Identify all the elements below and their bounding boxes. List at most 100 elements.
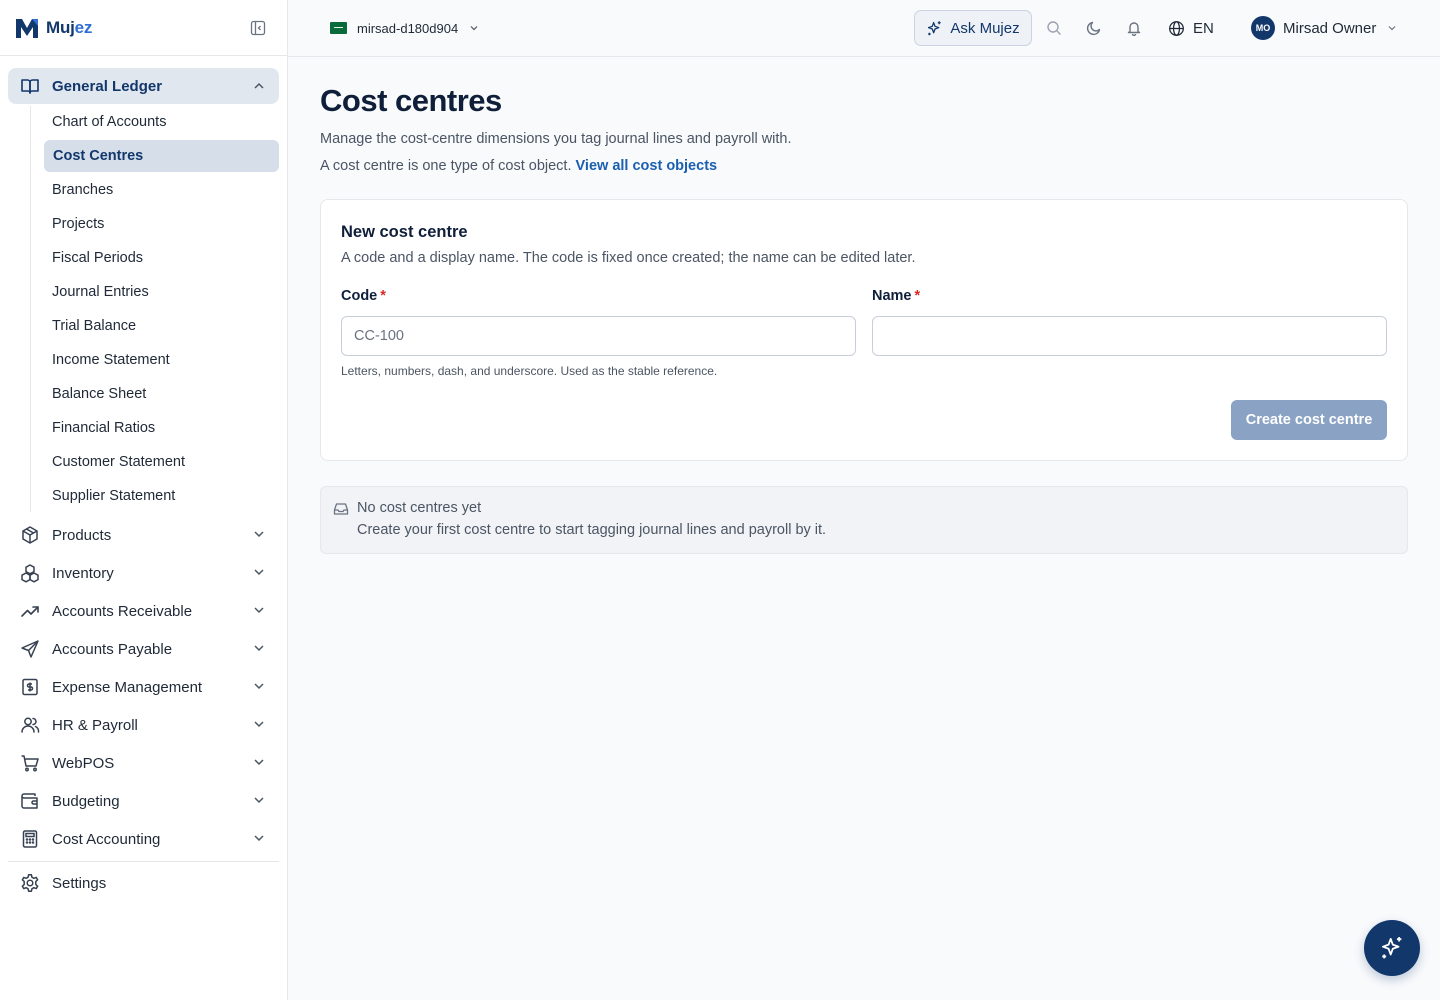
cost-object-note: A cost centre is one type of cost object…: [320, 158, 572, 174]
users-icon: [20, 715, 40, 735]
main-content: Cost centres Manage the cost-centre dime…: [320, 57, 1408, 554]
user-menu[interactable]: MO Mirsad Owner: [1251, 16, 1398, 40]
form-title: New cost centre: [341, 223, 468, 241]
sidebar-item-branches[interactable]: Branches: [43, 174, 279, 206]
chevron-down-icon: [254, 797, 264, 804]
mujez-logo-icon[interactable]: [14, 16, 40, 40]
chevron-up-icon: [254, 82, 264, 89]
search-icon: [1047, 21, 1061, 35]
code-input[interactable]: [341, 316, 856, 356]
code-label: Code *: [341, 288, 386, 304]
sidebar-group-webpos[interactable]: WebPOS: [8, 744, 279, 782]
sidebar-group-label: General Ledger: [52, 77, 163, 95]
organization-name: mirsad-d180d904: [357, 20, 459, 36]
page-subtitle-cost-objects: A cost centre is one type of cost object…: [320, 158, 1408, 174]
sidebar-group-budgeting[interactable]: Budgeting: [8, 782, 279, 820]
sidebar-group-cost-accounting[interactable]: Cost Accounting: [8, 820, 279, 858]
ask-mujez-label: Ask Mujez: [950, 19, 1020, 37]
sidebar-group-label: Expense Management: [52, 678, 203, 696]
create-cost-centre-button[interactable]: Create cost centre: [1231, 400, 1387, 440]
page-title: Cost centres: [320, 83, 502, 118]
brand-name[interactable]: Mujez: [46, 18, 92, 38]
sidebar-nav: General Ledger Chart of Accounts Cost Ce…: [0, 56, 287, 902]
bell-icon: [1127, 22, 1141, 36]
saudi-flag-icon: [330, 22, 347, 34]
view-all-cost-objects-link[interactable]: View all cost objects: [576, 158, 718, 174]
form-description: A code and a display name. The code is f…: [341, 250, 916, 266]
sidebar-item-label: Settings: [52, 874, 107, 892]
language-label: EN: [1193, 19, 1214, 37]
sidebar-item-trial-balance[interactable]: Trial Balance: [43, 310, 279, 342]
sidebar-group-label: HR & Payroll: [52, 716, 138, 734]
sidebar-group-label: Accounts Receivable: [52, 602, 193, 620]
chevron-down-icon: [254, 607, 264, 614]
sidebar-group-products[interactable]: Products: [8, 516, 279, 554]
sidebar-group-label: Budgeting: [52, 792, 120, 810]
chevron-down-icon: [254, 759, 264, 766]
code-label-text: Code: [341, 288, 378, 304]
sidebar-item-journal-entries[interactable]: Journal Entries: [43, 276, 279, 308]
sidebar-item-customer-statement[interactable]: Customer Statement: [43, 446, 279, 478]
required-mark: *: [380, 288, 386, 304]
sidebar-group-hr-payroll[interactable]: HR & Payroll: [8, 706, 279, 744]
send-icon: [20, 639, 40, 659]
empty-state-description: Create your first cost centre to start t…: [357, 522, 827, 538]
general-ledger-subnav: Chart of Accounts Cost Centres Branches …: [30, 106, 279, 512]
sidebar-group-accounts-receivable[interactable]: Accounts Receivable: [8, 592, 279, 630]
sidebar-item-supplier-statement[interactable]: Supplier Statement: [43, 480, 279, 512]
chevron-down-icon: [254, 645, 264, 652]
organization-switcher[interactable]: mirsad-d180d904: [322, 12, 488, 44]
chevron-down-icon: [254, 721, 264, 728]
sidebar-group-label: WebPOS: [52, 754, 115, 772]
sidebar: Mujez General Ledger Chart of Accounts C…: [0, 0, 288, 1000]
required-mark: *: [914, 288, 921, 304]
sidebar-group-label: Accounts Payable: [52, 640, 173, 658]
sidebar-group-expense-management[interactable]: Expense Management: [8, 668, 279, 706]
trending-up-icon: [20, 601, 40, 621]
ask-mujez-button[interactable]: Ask Mujez: [914, 10, 1032, 46]
chevron-down-icon: [1388, 26, 1396, 31]
sidebar-item-cost-centres[interactable]: Cost Centres: [44, 140, 279, 172]
sidebar-group-inventory[interactable]: Inventory: [8, 554, 279, 592]
sidebar-group-accounts-payable[interactable]: Accounts Payable: [8, 630, 279, 668]
name-input[interactable]: [872, 316, 1387, 356]
sidebar-group-general-ledger[interactable]: General Ledger: [8, 68, 279, 104]
name-label: Name *: [872, 288, 920, 304]
cart-icon: [20, 753, 40, 773]
book-open-icon: [20, 76, 40, 96]
boxes-icon: [20, 563, 40, 583]
globe-icon: [1169, 20, 1184, 36]
search-button[interactable]: [1045, 19, 1063, 37]
sidebar-item-settings[interactable]: Settings: [8, 864, 279, 902]
chevron-down-icon: [470, 26, 478, 31]
theme-toggle-button[interactable]: [1085, 19, 1103, 37]
sidebar-group-label: Products: [52, 526, 112, 544]
language-switcher[interactable]: EN: [1168, 16, 1214, 40]
sparkles-icon: [1381, 936, 1402, 959]
moon-icon: [1086, 21, 1101, 36]
sidebar-group-label: Inventory: [52, 564, 114, 582]
chevron-down-icon: [254, 569, 264, 576]
notifications-button[interactable]: [1125, 19, 1143, 37]
top-bar: mirsad-d180d904 Ask Mujez EN MO Mirsad O…: [288, 0, 1440, 57]
empty-state: No cost centres yet Create your first co…: [320, 486, 1408, 554]
sidebar-item-income-statement[interactable]: Income Statement: [43, 344, 279, 376]
sidebar-item-financial-ratios[interactable]: Financial Ratios: [43, 412, 279, 444]
panel-left-close-icon: [250, 20, 266, 36]
new-cost-centre-card: New cost centre A code and a display nam…: [320, 199, 1408, 461]
sidebar-item-fiscal-periods[interactable]: Fiscal Periods: [43, 242, 279, 274]
chevron-down-icon: [254, 531, 264, 538]
sidebar-item-chart-of-accounts[interactable]: Chart of Accounts: [43, 106, 279, 138]
sidebar-collapse-button[interactable]: [249, 19, 267, 37]
wallet-icon: [20, 791, 40, 811]
sidebar-group-label: Cost Accounting: [52, 830, 161, 848]
receipt-dollar-icon: [20, 677, 40, 697]
calculator-icon: [20, 829, 40, 849]
code-help-text: Letters, numbers, dash, and underscore. …: [341, 364, 718, 378]
sidebar-item-projects[interactable]: Projects: [43, 208, 279, 240]
sidebar-item-balance-sheet[interactable]: Balance Sheet: [43, 378, 279, 410]
user-name: Mirsad Owner: [1283, 19, 1377, 37]
assistant-fab-button[interactable]: [1364, 920, 1420, 976]
sidebar-group-list: Products Inventory Accounts Receivable A…: [8, 516, 279, 902]
brand: Mujez: [0, 0, 287, 56]
